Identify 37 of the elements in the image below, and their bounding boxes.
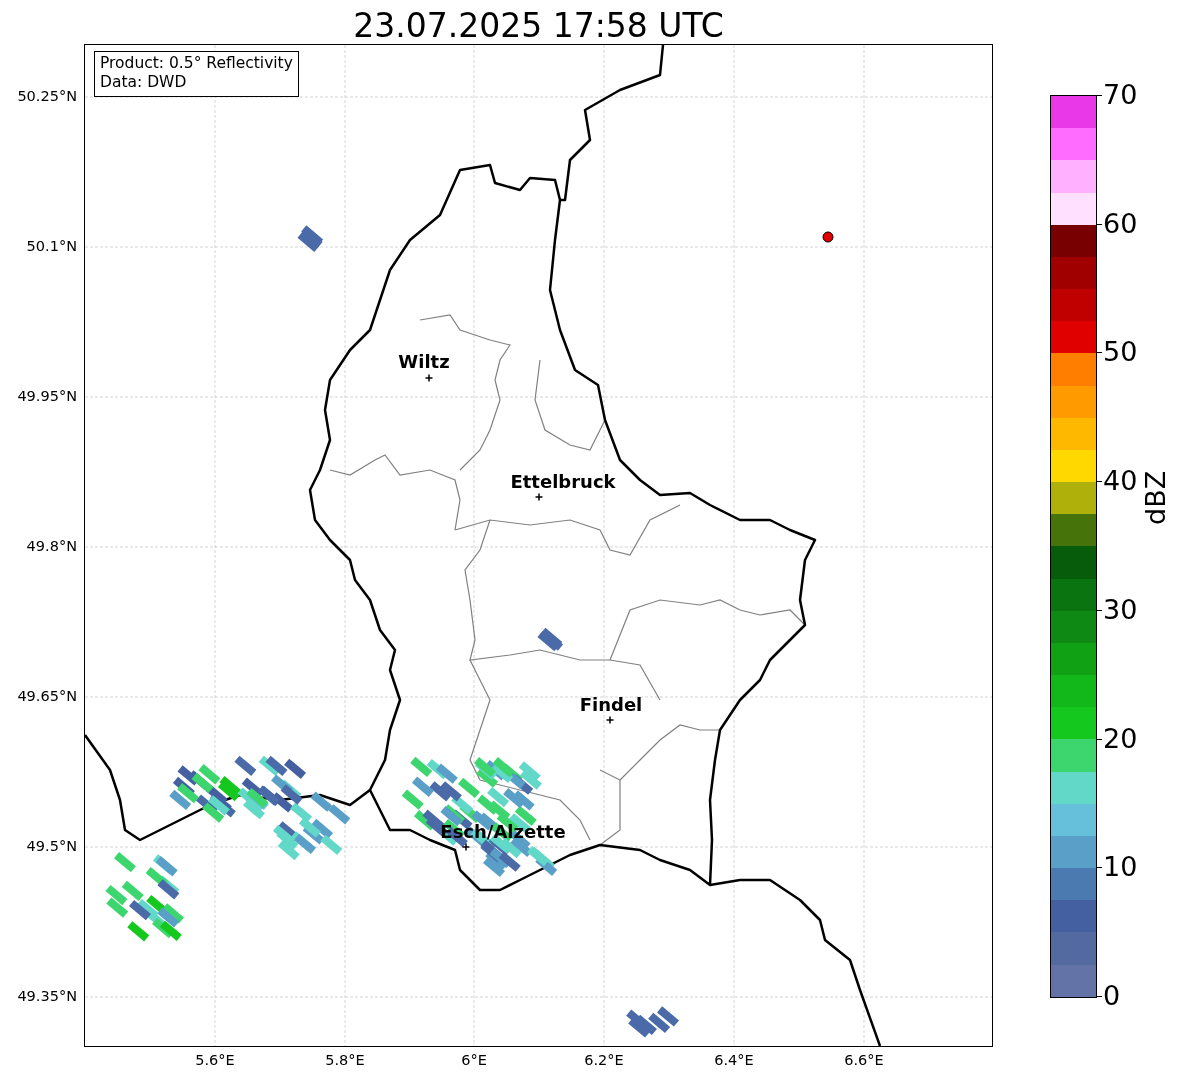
axis-tick-label: 49.95°N — [17, 388, 77, 404]
info-text: Data: DWD — [100, 73, 188, 92]
axis-tick-label: 49.35°N — [17, 988, 77, 1004]
colorbar-tick-label: 70 — [1103, 78, 1138, 112]
city-marker-icon — [605, 715, 615, 725]
colorbar-label: dBZ — [1140, 470, 1171, 525]
axis-tick-label: 49.8°N — [26, 538, 77, 554]
colorbar-tick-label: 50 — [1103, 335, 1138, 370]
axis-tick-label: 6.2°E — [584, 1052, 624, 1068]
colorbar-tick-label: 40 — [1103, 464, 1138, 499]
colorbar-tick-label: 60 — [1103, 206, 1138, 241]
axis-tick-label: 5.6°E — [195, 1052, 235, 1068]
radar-site-marker — [822, 231, 834, 243]
axis-tick-label: 49.65°N — [17, 688, 77, 704]
city-marker-icon — [461, 842, 471, 852]
axis-tick-label: 6.6°E — [844, 1052, 884, 1068]
info-text: Product: 0.5° Reflectivity — [100, 54, 293, 73]
axis-tick-label: 6°E — [461, 1052, 487, 1068]
city-label: Esch/Alzette — [440, 821, 566, 842]
city-marker-icon — [534, 492, 544, 502]
colorbar-tick-label: 30 — [1103, 592, 1138, 627]
axis-tick-label: 6.4°E — [714, 1052, 754, 1068]
chart-title: 23.07.2025 17:58 UTC — [352, 5, 725, 45]
radar-echo-drawing — [626, 1006, 679, 1038]
colorbar-tick-label: 0 — [1103, 979, 1121, 1013]
axis-tick-label: 49.5°N — [26, 838, 77, 854]
colorbar-tick-label: 10 — [1103, 850, 1138, 885]
city-label: Findel — [579, 694, 643, 715]
city-label: Wiltz — [398, 351, 450, 372]
city-label: Ettelbruck — [510, 471, 616, 492]
axis-tick-label: 50.1°N — [26, 238, 77, 254]
radar-echo-drawing — [537, 627, 564, 652]
radar-echo-drawing — [297, 225, 324, 252]
axis-tick-label: 50.25°N — [17, 88, 77, 104]
colorbar-tick-label: 20 — [1103, 721, 1138, 756]
axis-tick-label: 5.8°E — [325, 1052, 365, 1068]
city-marker-icon — [424, 373, 434, 383]
